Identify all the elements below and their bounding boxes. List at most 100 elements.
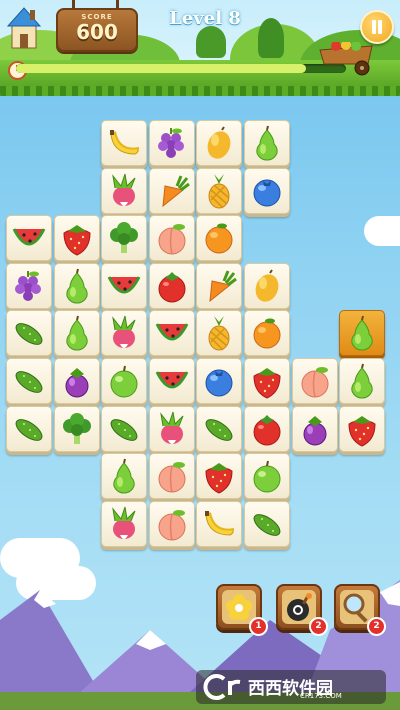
tile-radish[interactable] — [148, 405, 195, 452]
tile-pineapple[interactable] — [196, 167, 243, 214]
tile-banana[interactable] — [196, 500, 243, 547]
tile-broccoli[interactable] — [53, 405, 100, 452]
powerup-count: 2 — [367, 617, 386, 636]
tile-blueberry[interactable] — [196, 358, 243, 404]
carrot-icon — [162, 175, 190, 207]
tile-watermelon[interactable] — [148, 310, 195, 357]
tile-pear[interactable] — [244, 120, 290, 166]
strawberry-icon — [253, 368, 281, 399]
tile-cucumber[interactable] — [6, 310, 52, 357]
blueberry-icon — [205, 369, 233, 397]
tile-peach[interactable] — [148, 453, 195, 500]
watermelon-icon — [107, 276, 141, 294]
tile-pear[interactable] — [101, 453, 148, 500]
tile-pear[interactable] — [53, 262, 100, 309]
tile-strawberry[interactable] — [53, 215, 100, 262]
tile-broccoli[interactable] — [101, 215, 148, 262]
watermelon-icon — [155, 371, 189, 389]
strawberry-icon — [348, 415, 376, 447]
tile-pineapple[interactable] — [196, 310, 243, 357]
tile-apple[interactable] — [101, 358, 148, 404]
tile-banana[interactable] — [101, 120, 148, 166]
pear-icon — [113, 458, 135, 494]
tile-cucumber[interactable] — [101, 405, 148, 452]
tile-strawberry[interactable] — [196, 453, 243, 500]
powerup-count: 2 — [309, 617, 328, 636]
peach-icon — [158, 224, 186, 255]
watermelon-icon — [155, 323, 189, 341]
game-screen: SCORE 600 Level 8 1 2 2 西西软件园 CR173.COM — [0, 0, 400, 710]
tile-pear[interactable] — [53, 310, 100, 357]
tile-watermelon[interactable] — [101, 262, 148, 309]
tile-eggplant[interactable] — [53, 358, 100, 404]
eggplant-icon — [65, 368, 89, 398]
tile-watermelon[interactable] — [148, 358, 195, 404]
radish-icon — [112, 316, 136, 349]
tile-apple[interactable] — [244, 453, 290, 500]
powerup-search-button[interactable]: 2 — [334, 584, 386, 636]
mango-icon — [207, 126, 231, 159]
tile-blueberry[interactable] — [244, 167, 290, 214]
tile-mango[interactable] — [244, 262, 290, 309]
tile-tomato[interactable] — [148, 262, 195, 309]
cucumber-icon — [110, 418, 138, 441]
tile-strawberry[interactable] — [244, 358, 290, 404]
tile-eggplant[interactable] — [291, 405, 338, 452]
strawberry-icon — [63, 225, 91, 256]
pear-icon — [65, 316, 88, 351]
tile-strawberry[interactable] — [339, 405, 386, 452]
tile-pear[interactable] — [339, 358, 386, 404]
broccoli-icon — [62, 412, 91, 444]
mango-icon — [255, 269, 279, 302]
tile-radish[interactable] — [101, 310, 148, 357]
powerup-hint-button[interactable]: 1 — [216, 584, 268, 636]
orange-icon — [205, 223, 233, 254]
watermelon-icon — [12, 228, 46, 246]
banana-icon — [110, 130, 140, 155]
tile-mango[interactable] — [196, 120, 243, 166]
tile-grape[interactable] — [6, 262, 52, 309]
radish-icon — [112, 506, 136, 539]
peach-icon — [158, 462, 186, 493]
watermark-url: CR173.COM — [300, 692, 342, 700]
blueberry-icon — [253, 179, 281, 207]
watermark-logo — [203, 674, 241, 700]
tile-pear[interactable] — [339, 310, 386, 357]
cucumber-icon — [15, 418, 43, 441]
tile-cucumber[interactable] — [244, 500, 290, 547]
pear-icon — [65, 268, 88, 304]
tile-cucumber[interactable] — [6, 358, 52, 404]
pineapple-icon — [208, 173, 230, 209]
cucumber-icon — [15, 323, 43, 346]
tile-tomato[interactable] — [244, 405, 290, 452]
tile-radish[interactable] — [101, 167, 148, 214]
watermark: 西西软件园 CR173.COM — [196, 670, 386, 704]
tile-cucumber[interactable] — [196, 405, 243, 452]
tile-peach[interactable] — [148, 215, 195, 262]
tile-orange[interactable] — [196, 215, 243, 262]
powerup-bomb-button[interactable]: 2 — [276, 584, 328, 636]
tile-carrot[interactable] — [148, 167, 195, 214]
grape-icon — [157, 128, 184, 158]
tile-peach[interactable] — [148, 500, 195, 547]
tile-grape[interactable] — [148, 120, 195, 166]
powerup-count: 1 — [249, 617, 268, 636]
pineapple-icon — [208, 316, 230, 351]
tile-watermelon[interactable] — [6, 215, 52, 262]
tile-orange[interactable] — [244, 310, 290, 357]
peach-icon — [158, 509, 186, 541]
orange-icon — [253, 318, 281, 349]
broccoli-icon — [110, 222, 139, 254]
peach-icon — [301, 367, 329, 398]
tomato-icon — [158, 271, 186, 303]
tile-peach[interactable] — [291, 358, 338, 404]
cucumber-icon — [253, 513, 281, 536]
pear-icon — [351, 363, 373, 399]
tile-cucumber[interactable] — [6, 405, 52, 452]
cucumber-icon — [205, 418, 233, 441]
carrot-icon — [209, 270, 238, 302]
tile-radish[interactable] — [101, 500, 148, 547]
apple-icon — [253, 460, 281, 493]
eggplant-icon — [303, 415, 327, 446]
tile-carrot[interactable] — [196, 262, 243, 309]
